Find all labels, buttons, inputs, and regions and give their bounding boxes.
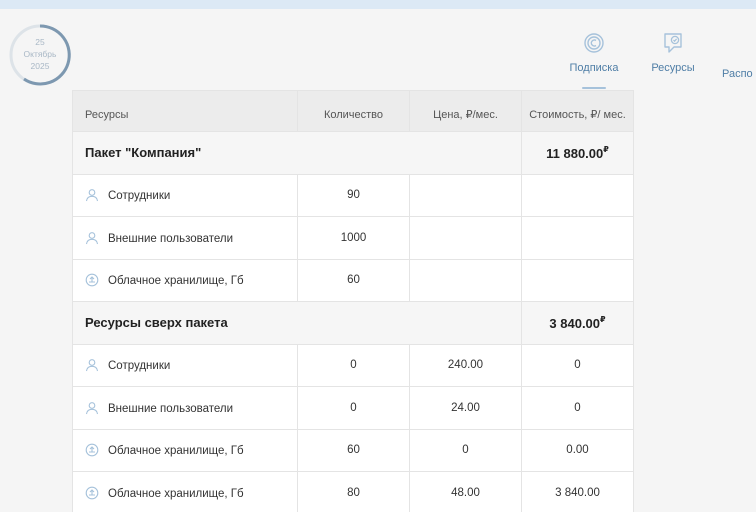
table-row[interactable]: Сотрудники 90 (72, 173, 634, 217)
quantity-cell: 60 (297, 258, 410, 302)
nav-label-schedule: Распо (722, 68, 753, 80)
resource-name-cell: Внешние пользователи (72, 216, 298, 260)
resource-name: Внешние пользователи (108, 402, 234, 415)
table-row[interactable]: Облачное хранилище, Гб 80 48.00 3 840.00 (72, 471, 634, 512)
table-group-row: Ресурсы сверх пакета 3 840.00₽ (72, 301, 634, 345)
cost-cell: 3 840.00 (521, 471, 634, 512)
cost-cell (521, 258, 634, 302)
col-header-quantity: Количество (297, 90, 410, 132)
cost-cell (521, 173, 634, 217)
price-cell: 24.00 (409, 386, 522, 430)
resource-name-cell: Сотрудники (72, 343, 298, 387)
top-bar (0, 0, 756, 9)
col-header-resources: Ресурсы (72, 90, 298, 132)
price-cell (409, 173, 522, 217)
cloud-upload-icon (85, 443, 108, 457)
resource-name: Сотрудники (108, 360, 171, 373)
col-header-price: Цена, ₽/мес. (409, 90, 522, 132)
cost-cell: 0 (521, 386, 634, 430)
resource-name-cell: Внешние пользователи (72, 386, 298, 430)
col-header-cost: Стоимость, ₽/ мес. (521, 90, 634, 132)
currency-sign: ₽ (603, 144, 609, 154)
cost-cell (521, 216, 634, 260)
nav-label-resources: Ресурсы (651, 62, 695, 74)
resource-name-cell: Облачное хранилище, Гб (72, 428, 298, 472)
resource-name: Внешние пользователи (108, 232, 234, 245)
cost-cell: 0.00 (521, 428, 634, 472)
table-row[interactable]: Облачное хранилище, Гб 60 0 0.00 (72, 428, 634, 472)
resource-name: Облачное хранилище, Гб (108, 275, 244, 288)
currency-sign: ₽ (600, 314, 606, 324)
resource-name: Облачное хранилище, Гб (108, 445, 244, 458)
cloud-upload-icon (85, 273, 108, 287)
nav-item-subscription[interactable]: Подписка (566, 30, 622, 92)
resource-name-cell: Облачное хранилище, Гб (72, 258, 298, 302)
group-cost: 3 840.00₽ (521, 301, 634, 345)
quantity-cell: 1000 (297, 216, 410, 260)
table-row[interactable]: Облачное хранилище, Гб 60 (72, 258, 634, 302)
quantity-cell: 0 (297, 386, 410, 430)
top-nav: Подписка Ресурсы Распо (0, 30, 756, 92)
table-row[interactable]: Сотрудники 0 240.00 0 (72, 343, 634, 387)
user-icon (85, 189, 108, 202)
resources-table: Ресурсы Количество Цена, ₽/мес. Стоимост… (72, 90, 634, 512)
nav-item-resources[interactable]: Ресурсы (648, 30, 698, 92)
price-cell: 0 (409, 428, 522, 472)
table-row[interactable]: Внешние пользователи 0 24.00 0 (72, 386, 634, 430)
group-name: Ресурсы сверх пакета (72, 301, 522, 345)
resource-name-cell: Сотрудники (72, 173, 298, 217)
price-cell: 240.00 (409, 343, 522, 387)
price-cell (409, 216, 522, 260)
quantity-cell: 60 (297, 428, 410, 472)
nav-label-subscription: Подписка (569, 62, 619, 74)
group-cost: 11 880.00₽ (521, 131, 634, 175)
table-row[interactable]: Внешние пользователи 1000 (72, 216, 634, 260)
table-group-row: Пакет "Компания" 11 880.00₽ (72, 131, 634, 175)
quantity-cell: 80 (297, 471, 410, 512)
cloud-upload-icon (85, 486, 108, 500)
user-icon (85, 231, 108, 245)
group-name: Пакет "Компания" (72, 131, 522, 175)
quantity-cell: 90 (297, 173, 410, 217)
user-icon (85, 401, 108, 415)
cost-cell: 0 (521, 343, 634, 387)
resources-icon (648, 30, 698, 56)
price-cell (409, 258, 522, 302)
resource-name-cell: Облачное хранилище, Гб (72, 471, 298, 512)
subscription-icon (566, 30, 622, 56)
nav-item-schedule[interactable]: Распо (722, 30, 756, 92)
resource-name: Облачное хранилище, Гб (108, 487, 244, 500)
nav-active-indicator (582, 87, 606, 89)
quantity-cell: 0 (297, 343, 410, 387)
price-cell: 48.00 (409, 471, 522, 512)
user-icon (85, 359, 108, 372)
resource-name: Сотрудники (108, 190, 171, 203)
